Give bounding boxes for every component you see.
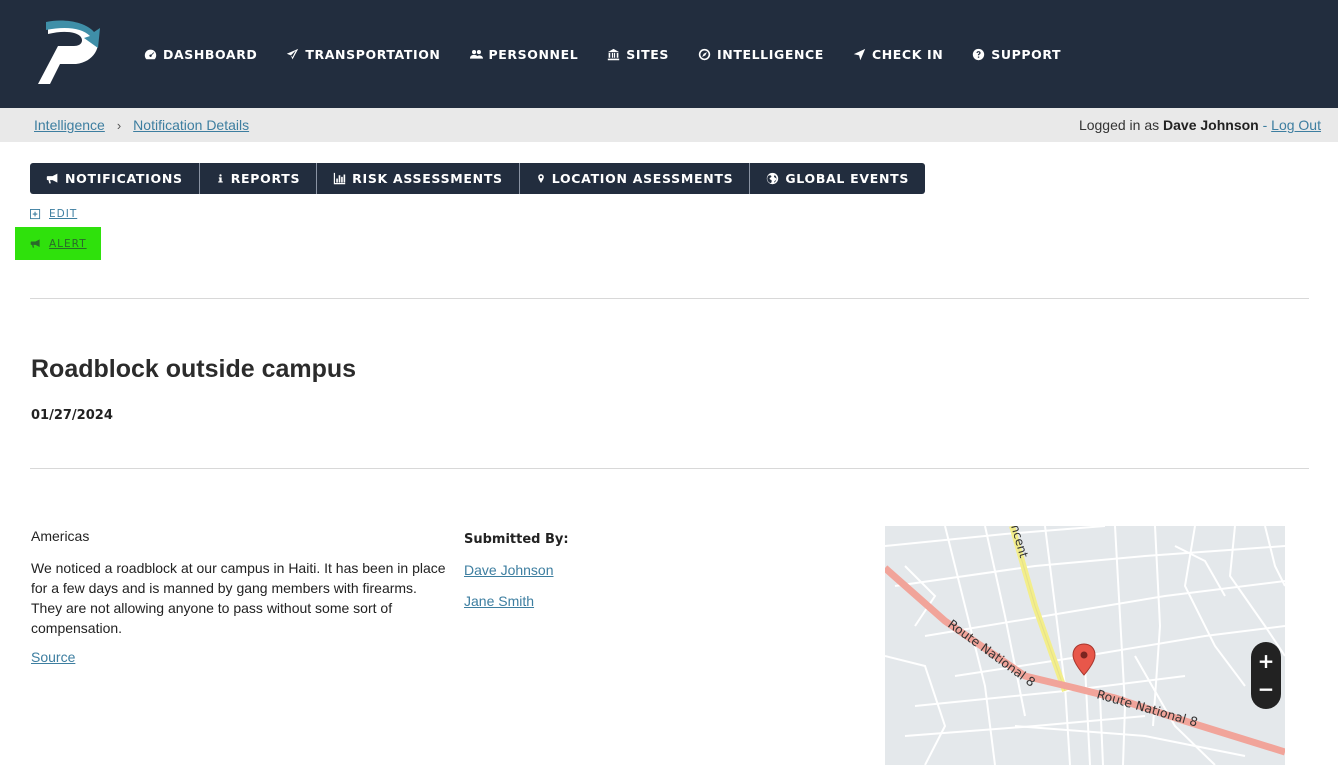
dashboard-icon <box>144 49 157 59</box>
login-dash: - <box>1262 117 1268 133</box>
nav-label: SUPPORT <box>991 46 1062 62</box>
bullhorn-icon <box>46 173 58 184</box>
notification-description: We noticed a roadblock at our campus in … <box>31 560 446 636</box>
tab-notifications[interactable]: NOTIFICATIONS <box>30 163 200 194</box>
users-icon <box>469 49 483 59</box>
breadcrumb-bar: Intelligence › Notification Details Logg… <box>0 108 1338 142</box>
nav-check-in[interactable]: CHECK IN <box>853 47 943 62</box>
info-icon <box>217 174 223 183</box>
nav-label: SITES <box>626 46 670 62</box>
main-nav: DASHBOARD TRANSPORTATION PERSONNEL SITES… <box>144 44 1090 64</box>
divider <box>30 298 1309 299</box>
tab-global-events[interactable]: GLOBAL EVENTS <box>750 163 926 194</box>
map-marker-icon[interactable] <box>1072 643 1096 676</box>
divider <box>30 468 1309 469</box>
nav-personnel[interactable]: PERSONNEL <box>469 46 579 62</box>
location-map[interactable]: Route National 8 Route National 8 ncent … <box>885 526 1285 765</box>
edit-link[interactable]: EDIT <box>49 208 77 220</box>
bar-chart-icon <box>333 172 346 185</box>
alert-action[interactable]: ALERT <box>15 227 101 260</box>
breadcrumb-intelligence[interactable]: Intelligence <box>34 117 105 133</box>
question-icon <box>973 48 985 60</box>
nav-sites[interactable]: SITES <box>607 47 669 62</box>
submitter-link[interactable]: Jane Smith <box>464 593 534 609</box>
map-marker-icon <box>537 174 544 183</box>
zoom-out-button[interactable]: − <box>1251 674 1281 704</box>
road-label: ncent <box>1008 526 1031 560</box>
plane-icon <box>287 48 299 59</box>
nav-label: DASHBOARD <box>163 46 258 62</box>
compass-icon <box>698 48 711 60</box>
nav-label: INTELLIGENCE <box>717 46 824 62</box>
alert-link[interactable]: ALERT <box>49 238 87 250</box>
logout-link[interactable]: Log Out <box>1271 117 1321 133</box>
breadcrumb-notification-details[interactable]: Notification Details <box>133 117 249 133</box>
submitter-link[interactable]: Dave Johnson <box>464 562 554 578</box>
intelligence-tabs: NOTIFICATIONS REPORTS RISK ASSESSMENTS L… <box>30 163 926 194</box>
top-nav-bar: DASHBOARD TRANSPORTATION PERSONNEL SITES… <box>0 0 1338 108</box>
nav-transportation[interactable]: TRANSPORTATION <box>286 47 440 62</box>
tab-label: RISK ASSESSMENTS <box>352 171 503 186</box>
login-prefix: Logged in as <box>1078 117 1160 133</box>
submitter-wrap: Dave Johnson <box>464 562 554 578</box>
tab-location-assessments[interactable]: LOCATION ASESSMENTS <box>519 163 751 194</box>
tab-risk-assessments[interactable]: RISK ASSESSMENTS <box>317 163 520 194</box>
tab-label: NOTIFICATIONS <box>65 171 183 186</box>
nav-intelligence[interactable]: INTELLIGENCE <box>698 47 824 62</box>
submitter-wrap: Jane Smith <box>464 593 534 609</box>
globe-icon <box>767 172 779 185</box>
logo-icon[interactable] <box>36 18 106 88</box>
zoom-in-button[interactable]: + <box>1251 646 1281 676</box>
tab-reports[interactable]: REPORTS <box>199 163 318 194</box>
nav-support[interactable]: SUPPORT <box>972 47 1061 62</box>
source-link[interactable]: Source <box>31 649 75 665</box>
source-link-wrap: Source <box>31 649 75 665</box>
edit-action[interactable]: EDIT <box>30 208 77 220</box>
breadcrumb: Intelligence › Notification Details <box>34 117 249 133</box>
submitted-by-label: Submitted By: <box>464 532 569 547</box>
bullhorn-icon <box>30 239 40 248</box>
notification-date: 01/27/2024 <box>31 408 113 423</box>
nav-label: CHECK IN <box>871 46 944 62</box>
login-status: Logged in as Dave Johnson - Log Out <box>1079 117 1321 133</box>
plus-square-icon <box>30 208 41 219</box>
road-label: Route National 8 <box>945 616 1038 689</box>
nav-dashboard[interactable]: DASHBOARD <box>144 47 257 62</box>
map-streets: Route National 8 Route National 8 ncent <box>885 526 1285 765</box>
tab-label: LOCATION ASESSMENTS <box>551 171 734 186</box>
location-arrow-icon <box>853 48 866 60</box>
region-label: Americas <box>31 528 90 544</box>
page-title: Roadblock outside campus <box>31 355 357 383</box>
map-zoom-control: + − <box>1251 642 1281 709</box>
breadcrumb-separator: › <box>116 117 122 133</box>
login-user: Dave Johnson <box>1163 117 1259 133</box>
tab-label: REPORTS <box>230 171 301 186</box>
road-label: Route National 8 <box>1095 686 1199 729</box>
nav-label: TRANSPORTATION <box>305 46 441 62</box>
building-icon <box>608 48 620 60</box>
tab-label: GLOBAL EVENTS <box>785 171 910 186</box>
nav-label: PERSONNEL <box>488 46 579 62</box>
